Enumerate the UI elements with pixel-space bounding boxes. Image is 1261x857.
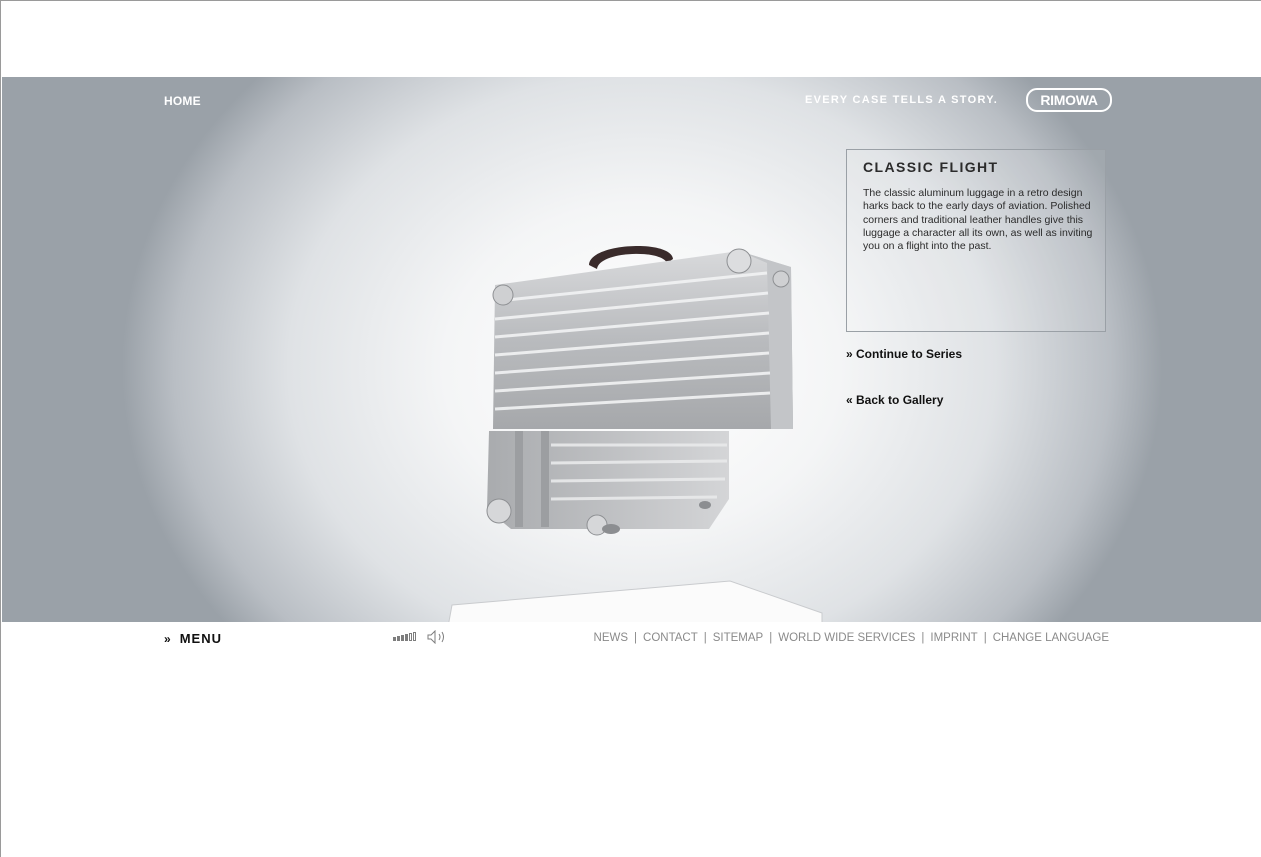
brand-tagline: EVERY CASE TELLS A STORY.	[805, 94, 999, 106]
footer-link-change-language[interactable]: CHANGE LANGUAGE	[993, 632, 1109, 644]
back-to-gallery-link[interactable]: « Back to Gallery	[846, 393, 943, 407]
footer-links: NEWS | CONTACT | SITEMAP | WORLD WIDE SERVICES…	[593, 632, 1109, 644]
classic-flight-suitcase-image	[486, 246, 793, 536]
footer-link-imprint[interactable]: IMPRINT	[930, 632, 977, 644]
continue-to-series-link[interactable]: » Continue to Series	[846, 347, 962, 361]
volume-bars-icon[interactable]	[393, 632, 416, 641]
product-title: CLASSIC FLIGHT	[863, 159, 999, 175]
display-pedestal	[448, 580, 823, 622]
menu-label: MENU	[179, 631, 222, 646]
menu-arrow-icon: »	[164, 632, 172, 646]
home-link[interactable]: HOME	[164, 94, 201, 108]
footer-link-world-wide-services[interactable]: WORLD WIDE SERVICES	[778, 632, 915, 644]
menu-button[interactable]: » MENU	[164, 631, 222, 646]
speaker-icon[interactable]	[427, 630, 447, 644]
rimowa-logo[interactable]: RIMOWA	[1026, 88, 1112, 112]
footer-link-contact[interactable]: CONTACT	[643, 632, 698, 644]
product-info-panel: CLASSIC FLIGHT The classic aluminum lugg…	[846, 149, 1106, 332]
product-description: The classic aluminum luggage in a retro …	[863, 187, 1093, 253]
footer-link-news[interactable]: NEWS	[594, 632, 629, 644]
footer-link-sitemap[interactable]: SITEMAP	[713, 632, 763, 644]
